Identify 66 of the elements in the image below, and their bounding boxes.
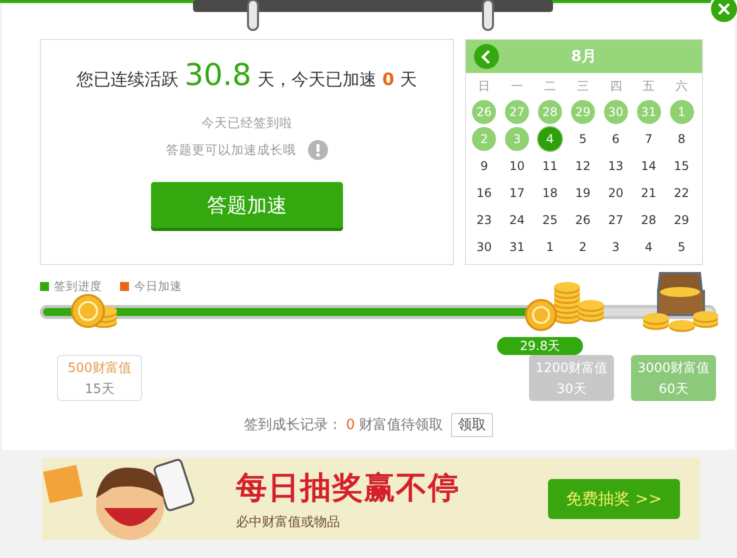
legend-label: 今日加速 <box>134 279 182 294</box>
calendar-day[interactable]: 24 <box>505 208 530 232</box>
calendar-day[interactable]: 1 <box>538 235 562 259</box>
previous-month-button[interactable] <box>474 44 499 69</box>
calendar-day[interactable]: 26 <box>570 208 595 232</box>
calendar-day[interactable]: 16 <box>472 181 496 205</box>
calendar-day[interactable]: 13 <box>604 154 628 178</box>
weekday-label: 六 <box>674 78 689 95</box>
boost-label: 天，今天已加速 <box>257 69 376 91</box>
calendar-day[interactable]: 5 <box>570 127 595 151</box>
chevron-left-icon <box>481 50 492 64</box>
calendar-day[interactable]: 21 <box>636 181 661 205</box>
note-text: 答题更可以加速成长哦 <box>166 142 296 158</box>
calendar-day[interactable]: 17 <box>505 181 530 205</box>
calendar-day[interactable]: 2 <box>570 235 595 259</box>
milestone-days: 60天 <box>658 380 688 398</box>
days-unit: 天 <box>400 69 418 91</box>
pending-label: 财富值待领取 <box>358 416 443 434</box>
calendar-day[interactable]: 30 <box>472 235 496 259</box>
streak-label: 您已连续活跃 <box>76 69 179 91</box>
calendar-day[interactable]: 22 <box>670 181 694 205</box>
calendar-day[interactable]: 14 <box>636 154 661 178</box>
month-title: 8月 <box>571 47 597 66</box>
calendar-day[interactable]: 23 <box>472 208 496 232</box>
weekday-label: 日 <box>477 78 492 95</box>
calendar-day[interactable]: 20 <box>604 181 628 205</box>
calendar-day[interactable]: 6 <box>604 127 628 151</box>
calendar-day[interactable]: 11 <box>538 154 562 178</box>
calendar-day[interactable]: 19 <box>570 181 595 205</box>
calendar-day[interactable]: 29 <box>670 208 694 232</box>
weekday-label: 五 <box>642 78 656 95</box>
claim-button[interactable]: 领取 <box>450 413 493 437</box>
info-icon[interactable] <box>308 140 328 160</box>
calendar-day[interactable]: 10 <box>505 154 530 178</box>
note-text: 今天已经签到啦 <box>201 115 292 132</box>
calendar-day[interactable]: 5 <box>670 235 694 259</box>
weekday-label: 四 <box>608 78 623 95</box>
weekday-label: 一 <box>510 78 524 95</box>
calendar-day[interactable]: 15 <box>670 154 694 178</box>
close-button[interactable] <box>709 0 737 24</box>
calendar-day[interactable]: 4 <box>636 235 661 259</box>
current-progress-badge: 29.8天 <box>497 337 584 355</box>
calendar-day[interactable]: 28 <box>636 208 661 232</box>
calendar-day[interactable]: 7 <box>636 127 661 151</box>
calendar-day[interactable]: 25 <box>538 208 562 232</box>
streak-days: 30.8 <box>184 58 252 93</box>
record-label: 签到成长记录： <box>244 416 342 434</box>
banner-headline: 每日抽奖赢不停 <box>236 469 460 508</box>
milestone-reward: 3000财富值 <box>637 360 710 376</box>
calendar-day[interactable]: 9 <box>472 154 496 178</box>
lottery-banner[interactable]: 每日抽奖赢不停 必中财富值或物品 免费抽奖 >> <box>42 458 700 540</box>
calendar-day[interactable]: 18 <box>538 181 562 205</box>
calendar-day[interactable]: 3 <box>604 235 628 259</box>
close-icon <box>717 2 731 16</box>
calendar-day[interactable]: 31 <box>505 235 530 259</box>
banner-subtitle: 必中财富值或物品 <box>236 514 341 531</box>
pending-count: 0 <box>346 417 355 433</box>
calendar-day[interactable]: 12 <box>570 154 595 178</box>
calendar-day[interactable]: 8 <box>670 127 694 151</box>
milestone-days: 15天 <box>84 380 114 398</box>
weekday-label: 三 <box>576 78 590 95</box>
legend-label: 签到进度 <box>54 279 102 294</box>
weekday-label: 二 <box>542 78 557 95</box>
calendar-day[interactable]: 27 <box>604 208 628 232</box>
boost-days: 0 <box>382 70 394 90</box>
milestone-reward: 500财富值 <box>68 360 132 376</box>
